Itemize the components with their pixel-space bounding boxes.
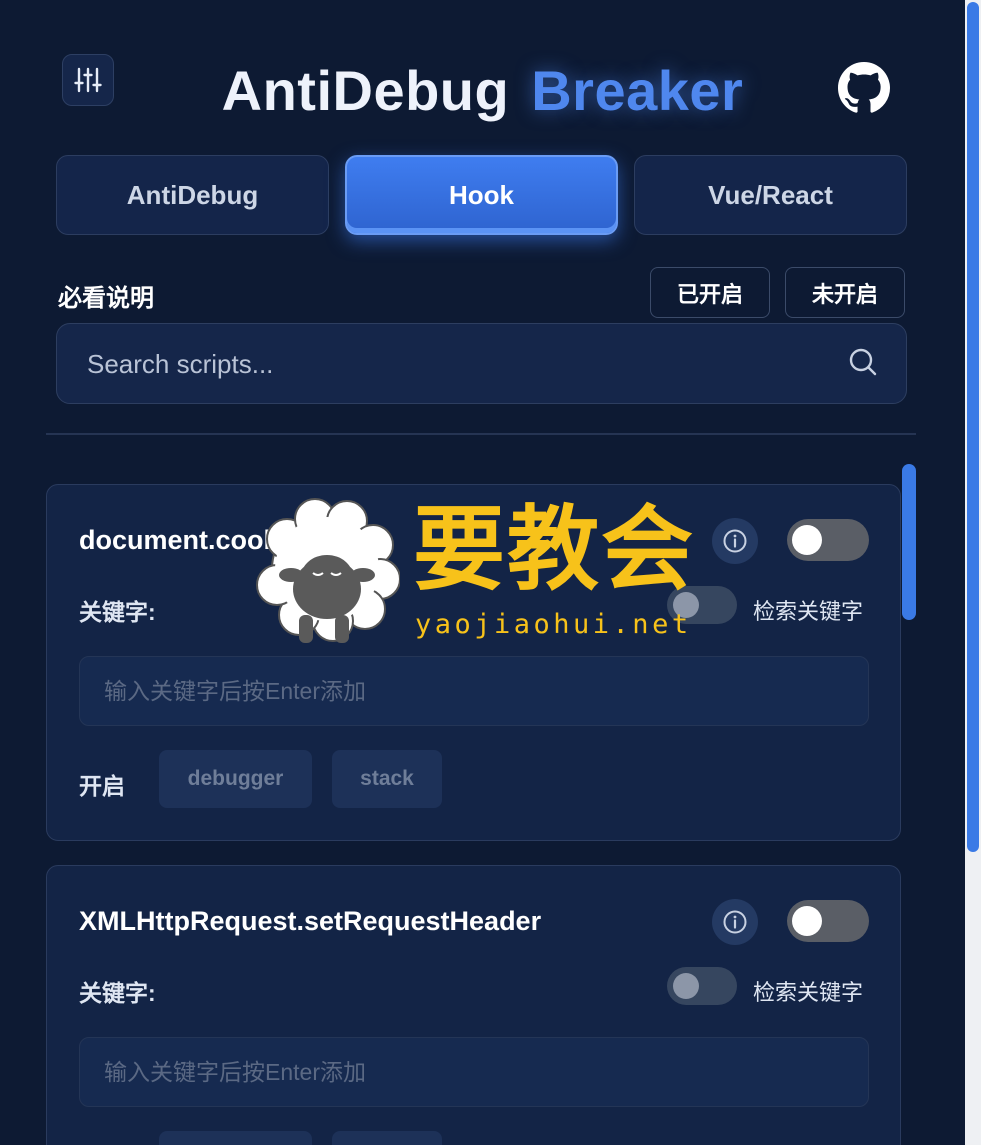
keyword-input[interactable] xyxy=(79,1037,869,1107)
tab-hook[interactable]: Hook xyxy=(345,155,618,235)
script-title: document.cookie xyxy=(79,525,302,555)
keyword-tag-debugger[interactable]: debugger xyxy=(159,1131,312,1145)
keyword-tag-debugger[interactable]: debugger xyxy=(159,750,312,808)
search-input[interactable] xyxy=(85,324,829,404)
enabled-label: 开启 xyxy=(79,773,125,799)
filter-enabled-button[interactable]: 已开启 xyxy=(650,267,770,318)
toggle-knob xyxy=(673,973,699,999)
search-keywords-toggle[interactable] xyxy=(667,586,737,624)
tab-vue-react[interactable]: Vue/React xyxy=(634,155,907,235)
page-scrollbar-thumb[interactable] xyxy=(967,2,979,852)
keyword-input[interactable] xyxy=(79,656,869,726)
script-enable-toggle[interactable] xyxy=(787,900,869,942)
search-keywords-toggle[interactable] xyxy=(667,967,737,1005)
page-scrollbar[interactable] xyxy=(965,0,981,1145)
info-icon xyxy=(723,529,747,553)
search-box xyxy=(56,323,907,404)
app-title-part1: AntiDebug xyxy=(221,59,510,122)
search-icon[interactable] xyxy=(847,346,879,378)
keywords-label: 关键字: xyxy=(79,599,156,625)
must-read-link[interactable]: 必看说明 xyxy=(58,278,154,313)
keywords-label: 关键字: xyxy=(79,980,156,1006)
script-title: XMLHttpRequest.setRequestHeader xyxy=(79,906,542,936)
script-enable-toggle[interactable] xyxy=(787,519,869,561)
app-window: AntiDebug Breaker AntiDebug Hook Vue/Reac… xyxy=(0,0,965,1145)
keyword-tag-stack[interactable]: stack xyxy=(332,750,442,808)
tab-antidebug[interactable]: AntiDebug xyxy=(56,155,329,235)
toggle-knob xyxy=(792,525,822,555)
info-button[interactable] xyxy=(712,899,758,945)
search-keywords-label: 检索关键字 xyxy=(753,599,864,624)
filter-disabled-button[interactable]: 未开启 xyxy=(785,267,905,318)
list-scrollbar-thumb[interactable] xyxy=(902,464,916,620)
info-icon xyxy=(723,910,747,934)
search-keywords-label: 检索关键字 xyxy=(753,980,864,1005)
toggle-knob xyxy=(673,592,699,618)
keyword-tag-stack[interactable]: stack xyxy=(332,1131,442,1145)
app-title: AntiDebug Breaker xyxy=(0,58,965,123)
github-link[interactable] xyxy=(838,62,890,114)
tab-bar: AntiDebug Hook Vue/React xyxy=(56,155,907,235)
github-icon xyxy=(838,62,890,113)
script-card: XMLHttpRequest.setRequestHeader 关键字: 检索关… xyxy=(46,865,901,1145)
info-button[interactable] xyxy=(712,518,758,564)
toggle-knob xyxy=(792,906,822,936)
app-title-part2: Breaker xyxy=(531,59,744,122)
divider xyxy=(46,433,916,435)
script-card: document.cookie 关键字: 检索关键字 开启 debugger s… xyxy=(46,484,901,841)
